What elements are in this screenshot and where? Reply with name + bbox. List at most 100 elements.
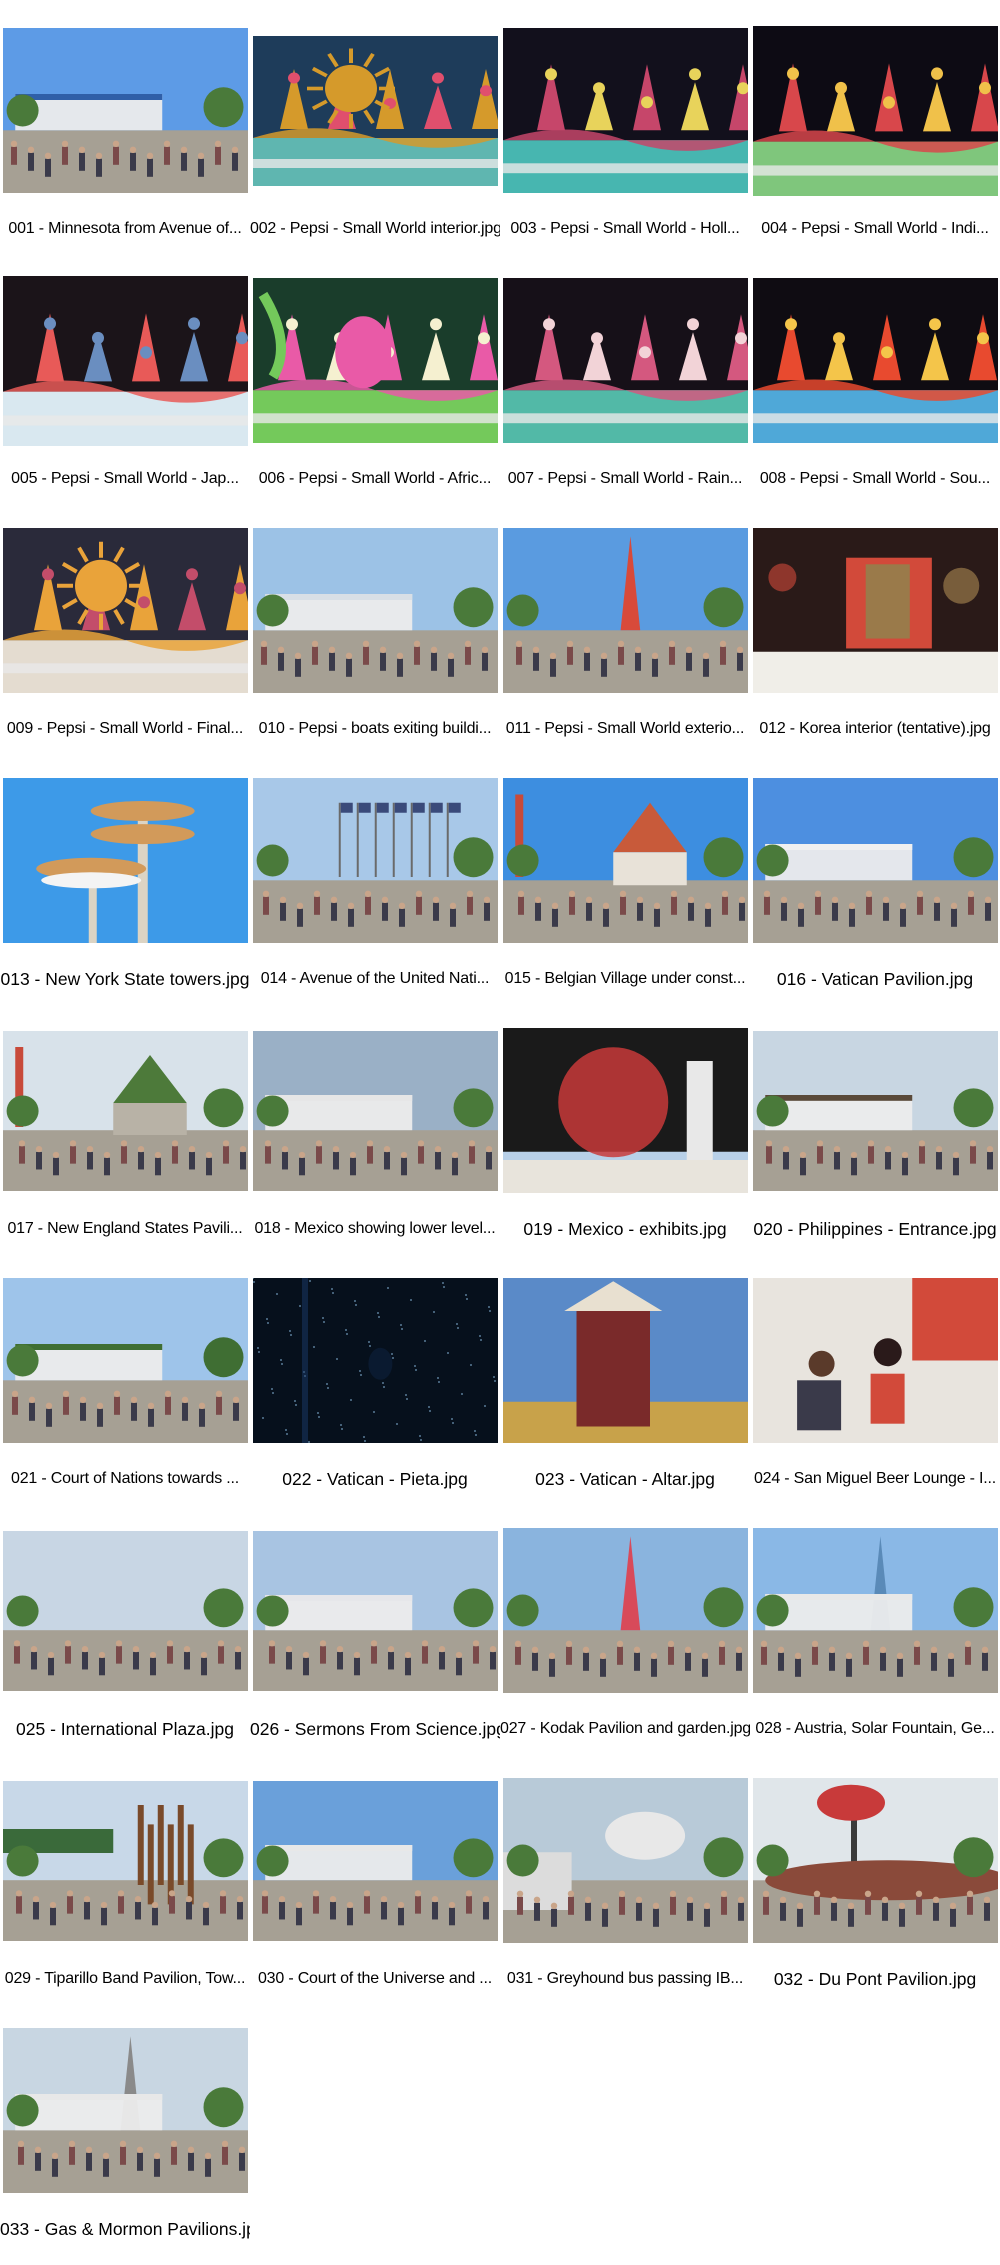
- thumbnail-item[interactable]: 012 - Korea interior (tentative).jpg: [750, 508, 1000, 758]
- thumbnail-item[interactable]: 030 - Court of the Universe and ...: [250, 1758, 500, 2008]
- thumbnail-image-frame[interactable]: [250, 1508, 500, 1713]
- thumbnail-image-frame[interactable]: [0, 1258, 250, 1463]
- thumbnail-image-frame[interactable]: [250, 258, 500, 463]
- thumbnail-image[interactable]: [2, 275, 248, 446]
- thumbnail-image[interactable]: [2, 28, 248, 193]
- thumbnail-image-frame[interactable]: [250, 508, 500, 713]
- thumbnail-image-frame[interactable]: [500, 8, 750, 213]
- thumbnail-item[interactable]: 014 - Avenue of the United Nati...: [250, 758, 500, 1008]
- thumbnail-image-frame[interactable]: [500, 1758, 750, 1963]
- thumbnail-item[interactable]: 001 - Minnesota from Avenue of...: [0, 8, 250, 258]
- thumbnail-image[interactable]: [752, 278, 998, 443]
- thumbnail-image-frame[interactable]: [750, 8, 1000, 213]
- thumbnail-image[interactable]: [2, 778, 248, 943]
- thumbnail-image[interactable]: [2, 2028, 248, 2193]
- thumbnail-image-frame[interactable]: [250, 1758, 500, 1963]
- thumbnail-image-frame[interactable]: [0, 2008, 250, 2213]
- thumbnail-item[interactable]: 004 - Pepsi - Small World - Indi...: [750, 8, 1000, 258]
- thumbnail-image[interactable]: [502, 528, 748, 693]
- thumbnail-item[interactable]: 032 - Du Pont Pavilion.jpg: [750, 1758, 1000, 2008]
- thumbnail-image-frame[interactable]: [500, 1008, 750, 1213]
- thumbnail-image[interactable]: [502, 1778, 748, 1943]
- thumbnail-image[interactable]: [502, 1028, 748, 1193]
- thumbnail-item[interactable]: 016 - Vatican Pavilion.jpg: [750, 758, 1000, 1008]
- thumbnail-item[interactable]: 031 - Greyhound bus passing IB...: [500, 1758, 750, 2008]
- thumbnail-image-frame[interactable]: [250, 1258, 500, 1463]
- thumbnail-image-frame[interactable]: [750, 1008, 1000, 1213]
- thumbnail-item[interactable]: 033 - Gas & Mormon Pavilions.jpg: [0, 2008, 250, 2258]
- thumbnail-item[interactable]: 018 - Mexico showing lower level...: [250, 1008, 500, 1258]
- thumbnail-image[interactable]: [252, 1030, 498, 1191]
- thumbnail-item[interactable]: 005 - Pepsi - Small World - Jap...: [0, 258, 250, 508]
- thumbnail-item[interactable]: 013 - New York State towers.jpg: [0, 758, 250, 1008]
- thumbnail-image-frame[interactable]: [0, 1008, 250, 1213]
- thumbnail-item[interactable]: 009 - Pepsi - Small World - Final...: [0, 508, 250, 758]
- thumbnail-item[interactable]: 010 - Pepsi - boats exiting buildi...: [250, 508, 500, 758]
- thumbnail-image[interactable]: [502, 1528, 748, 1693]
- thumbnail-image[interactable]: [252, 35, 498, 186]
- thumbnail-image-frame[interactable]: [0, 1758, 250, 1963]
- thumbnail-item[interactable]: 022 - Vatican - Pieta.jpg: [250, 1258, 500, 1508]
- thumbnail-item[interactable]: 026 - Sermons From Science.jpg: [250, 1508, 500, 1758]
- thumbnail-item[interactable]: 003 - Pepsi - Small World - Holl...: [500, 8, 750, 258]
- thumbnail-image-frame[interactable]: [0, 508, 250, 713]
- thumbnail-image-frame[interactable]: [250, 1008, 500, 1213]
- thumbnail-image[interactable]: [502, 278, 748, 443]
- thumbnail-item[interactable]: 029 - Tiparillo Band Pavilion, Tow...: [0, 1758, 250, 2008]
- thumbnail-item[interactable]: 019 - Mexico - exhibits.jpg: [500, 1008, 750, 1258]
- thumbnail-image[interactable]: [752, 528, 998, 693]
- thumbnail-image[interactable]: [752, 1030, 998, 1191]
- thumbnail-image[interactable]: [252, 778, 498, 943]
- thumbnail-item[interactable]: 006 - Pepsi - Small World - Afric...: [250, 258, 500, 508]
- thumbnail-image[interactable]: [502, 28, 748, 193]
- thumbnail-image[interactable]: [752, 778, 998, 943]
- thumbnail-item[interactable]: 002 - Pepsi - Small World interior.jpg: [250, 8, 500, 258]
- thumbnail-image-frame[interactable]: [500, 508, 750, 713]
- thumbnail-image[interactable]: [2, 1278, 248, 1443]
- thumbnail-image[interactable]: [2, 1530, 248, 1691]
- thumbnail-image[interactable]: [2, 1030, 248, 1191]
- thumbnail-image[interactable]: [752, 1278, 998, 1443]
- thumbnail-image-frame[interactable]: [0, 1508, 250, 1713]
- thumbnail-item[interactable]: 007 - Pepsi - Small World - Rain...: [500, 258, 750, 508]
- thumbnail-image[interactable]: [252, 1780, 498, 1941]
- thumbnail-item[interactable]: 025 - International Plaza.jpg: [0, 1508, 250, 1758]
- thumbnail-image-frame[interactable]: [500, 1258, 750, 1463]
- thumbnail-image-frame[interactable]: [750, 758, 1000, 963]
- thumbnail-image[interactable]: [752, 1778, 998, 1943]
- thumbnail-image-frame[interactable]: [750, 1508, 1000, 1713]
- thumbnail-item[interactable]: 027 - Kodak Pavilion and garden.jpg: [500, 1508, 750, 1758]
- thumbnail-image-frame[interactable]: [500, 1508, 750, 1713]
- thumbnail-image[interactable]: [502, 778, 748, 943]
- thumbnail-item[interactable]: 015 - Belgian Village under const...: [500, 758, 750, 1008]
- thumbnail-item[interactable]: 008 - Pepsi - Small World - Sou...: [750, 258, 1000, 508]
- thumbnail-image[interactable]: [752, 1528, 998, 1693]
- thumbnail-image-frame[interactable]: [250, 758, 500, 963]
- thumbnail-image-frame[interactable]: [500, 258, 750, 463]
- thumbnail-image-frame[interactable]: [750, 1758, 1000, 1963]
- thumbnail-image-frame[interactable]: [0, 758, 250, 963]
- thumbnail-image[interactable]: [252, 278, 498, 443]
- thumbnail-image-frame[interactable]: [750, 508, 1000, 713]
- thumbnail-item[interactable]: 020 - Philippines - Entrance.jpg: [750, 1008, 1000, 1258]
- thumbnail-image-frame[interactable]: [250, 8, 500, 213]
- thumbnail-image[interactable]: [2, 1780, 248, 1941]
- thumbnail-image[interactable]: [752, 25, 998, 196]
- thumbnail-image-frame[interactable]: [0, 258, 250, 463]
- thumbnail-image-frame[interactable]: [750, 1258, 1000, 1463]
- thumbnail-item[interactable]: 017 - New England States Pavili...: [0, 1008, 250, 1258]
- thumbnail-image[interactable]: [502, 1278, 748, 1443]
- thumbnail-item[interactable]: 028 - Austria, Solar Fountain, Ge...: [750, 1508, 1000, 1758]
- thumbnail-image-frame[interactable]: [750, 258, 1000, 463]
- thumbnail-item[interactable]: 021 - Court of Nations towards ...: [0, 1258, 250, 1508]
- thumbnail-image[interactable]: [252, 1278, 498, 1443]
- thumbnail-item[interactable]: 023 - Vatican - Altar.jpg: [500, 1258, 750, 1508]
- thumbnail-image-frame[interactable]: [0, 8, 250, 213]
- thumbnail-item[interactable]: 024 - San Miguel Beer Lounge - I...: [750, 1258, 1000, 1508]
- thumbnail-image[interactable]: [252, 528, 498, 693]
- thumbnail-image[interactable]: [252, 1530, 498, 1691]
- thumbnail-image-frame[interactable]: [500, 758, 750, 963]
- thumbnail-image[interactable]: [2, 528, 248, 693]
- thumbnail-item[interactable]: 011 - Pepsi - Small World exterio...: [500, 508, 750, 758]
- thumbnail-caption: 026 - Sermons From Science.jpg: [250, 1719, 500, 1739]
